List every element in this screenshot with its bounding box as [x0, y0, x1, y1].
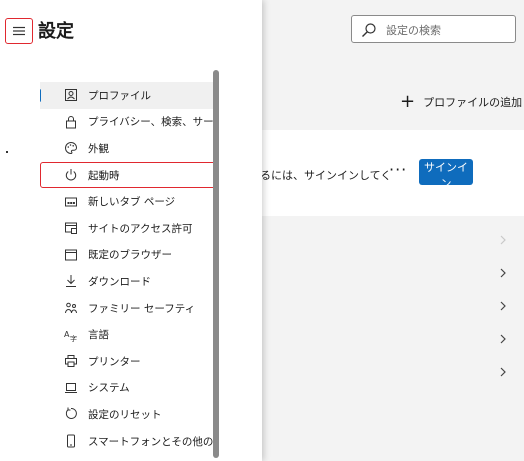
- sidebar-item-default-browser[interactable]: 既定のブラウザー: [40, 242, 218, 269]
- sidebar-item-printers[interactable]: プリンター: [40, 348, 218, 375]
- sidebar-item-privacy[interactable]: プライバシー、検索、サービス: [40, 109, 218, 136]
- download-icon: [64, 274, 78, 288]
- family-icon: [64, 301, 78, 315]
- chevron-right-icon[interactable]: [498, 367, 508, 377]
- sidebar-item-label: 新しいタブ ページ: [88, 196, 176, 209]
- sidebar-item-languages[interactable]: A字 言語: [40, 321, 218, 348]
- printer-icon: [64, 354, 78, 368]
- lock-icon: [64, 115, 78, 129]
- svg-text:字: 字: [70, 334, 77, 342]
- signin-prompt-text: るには、サインインしてく: [260, 169, 392, 182]
- palette-icon: [64, 141, 78, 155]
- settings-nav-panel: 設定 プロファイル プライバシー、検索、サービス 外観 起動時 新しいタブ ペー…: [0, 0, 262, 461]
- power-icon: [64, 168, 78, 182]
- sidebar-item-label: 外観: [88, 142, 109, 155]
- sidebar-item-label: 既定のブラウザー: [88, 249, 172, 262]
- plus-icon: +: [400, 91, 416, 112]
- sidebar-item-label: スマートフォンとその他のデバイス: [88, 435, 218, 448]
- sidebar-item-profiles[interactable]: プロファイル: [40, 82, 218, 109]
- sidebar-item-site-permissions[interactable]: サイトのアクセス許可: [40, 215, 218, 242]
- search-input[interactable]: [384, 19, 513, 41]
- add-profile-label: プロファイルの追加: [423, 96, 523, 109]
- sidebar-item-label: プロファイル: [88, 89, 151, 102]
- profile-icon: [64, 88, 78, 102]
- site-permissions-icon: [64, 221, 78, 235]
- page-title: 設定: [38, 21, 74, 42]
- sidebar-item-label: 起動時: [88, 169, 120, 182]
- chevron-right-icon[interactable]: [498, 334, 508, 344]
- language-icon: A字: [64, 328, 78, 342]
- sidebar-item-system[interactable]: システム: [40, 375, 218, 402]
- chevron-right-icon[interactable]: [498, 235, 508, 245]
- sidebar-item-downloads[interactable]: ダウンロード: [40, 268, 218, 295]
- add-profile-button[interactable]: + プロファイルの追加: [400, 92, 522, 112]
- sidebar-item-new-tab[interactable]: 新しいタブ ページ: [40, 188, 218, 215]
- menu-toggle-button[interactable]: [5, 18, 33, 44]
- signin-button[interactable]: サインイン: [419, 159, 473, 190]
- sidebar-item-phone-devices[interactable]: スマートフォンとその他のデバイス: [40, 428, 218, 455]
- sidebar-item-label: サイトのアクセス許可: [88, 222, 193, 235]
- new-tab-icon: [64, 195, 78, 209]
- default-browser-icon: [64, 248, 78, 262]
- phone-icon: [64, 434, 78, 448]
- sidebar-item-appearance[interactable]: 外観: [40, 135, 218, 162]
- sidebar-item-on-startup[interactable]: 起動時: [40, 161, 218, 189]
- sidebar-item-label: プライバシー、検索、サービス: [88, 116, 218, 129]
- reset-icon: [64, 407, 78, 421]
- sidebar-item-family-safety[interactable]: ファミリー セーフティ: [40, 295, 218, 322]
- sidebar-item-label: 設定のリセット: [88, 408, 162, 421]
- sidebar-item-reset-settings[interactable]: 設定のリセット: [40, 401, 218, 428]
- hamburger-icon: [13, 26, 25, 36]
- nav-list: プロファイル プライバシー、検索、サービス 外観 起動時 新しいタブ ページ サ…: [40, 82, 218, 454]
- search-icon: [362, 23, 376, 37]
- sidebar-item-label: ダウンロード: [88, 275, 151, 288]
- sidebar-item-label: システム: [88, 382, 130, 395]
- nav-scrollbar[interactable]: [213, 70, 219, 458]
- sidebar-item-label: 言語: [88, 329, 109, 342]
- system-icon: [64, 381, 78, 395]
- more-options-button[interactable]: ···: [389, 160, 407, 179]
- stray-dot: [6, 151, 8, 153]
- search-box[interactable]: [351, 15, 516, 43]
- sidebar-item-label: プリンター: [88, 355, 141, 368]
- chevron-right-icon[interactable]: [498, 268, 508, 278]
- chevron-right-icon[interactable]: [498, 301, 508, 311]
- sidebar-item-label: ファミリー セーフティ: [88, 302, 196, 315]
